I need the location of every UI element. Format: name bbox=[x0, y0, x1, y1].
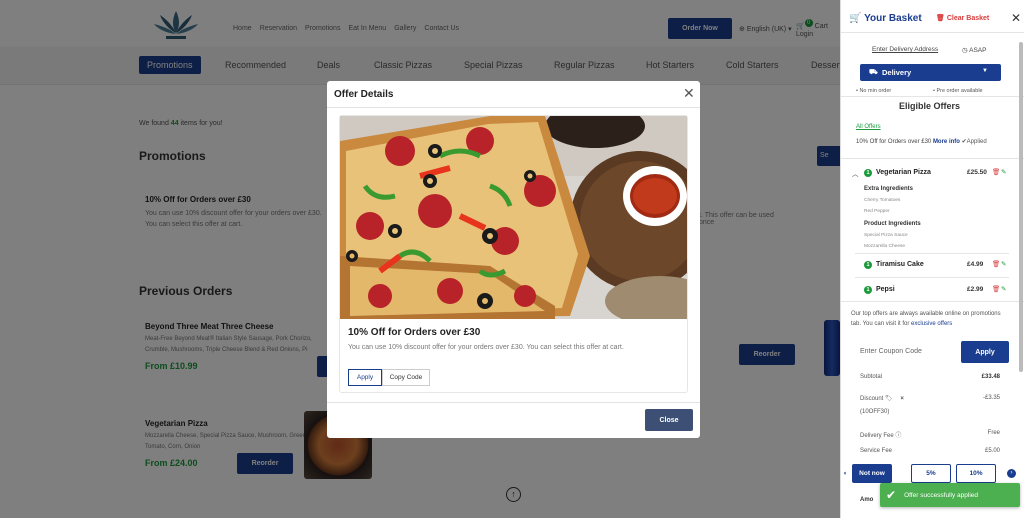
product-ingredient: Special Pizza Sauce bbox=[864, 233, 908, 238]
amount-label: Amo bbox=[860, 497, 874, 503]
apply-offer-button[interactable]: Apply bbox=[348, 369, 382, 386]
discount-label: Discount 🏷 × bbox=[860, 396, 904, 402]
item-name: Pepsi bbox=[876, 286, 895, 293]
pizza-offer-image bbox=[340, 116, 687, 319]
applied-status: ✔Applied bbox=[961, 139, 987, 145]
delivery-mode-select[interactable]: ⛟ Delivery ▼ bbox=[860, 64, 1001, 81]
tip-not-now[interactable]: Not now bbox=[852, 464, 892, 483]
tip-5-percent[interactable]: 5% bbox=[911, 464, 951, 483]
tip-10-percent[interactable]: 10% bbox=[956, 464, 996, 483]
remove-discount-icon[interactable]: × bbox=[900, 396, 904, 402]
basket-sidebar: 🛒 Your Basket 🗑 Clear Basket ✕ Enter Del… bbox=[840, 0, 1024, 518]
product-ingredients-label: Product Ingredients bbox=[864, 221, 921, 227]
basket-item: 1 Vegetarian Pizza bbox=[864, 169, 931, 177]
divider bbox=[841, 158, 1024, 159]
service-fee-value: £5.00 bbox=[984, 448, 1000, 454]
offer-description: You can use 10% discount offer for your … bbox=[348, 344, 624, 351]
basket-item: 1 Tiramisu Cake bbox=[864, 261, 924, 269]
extra-ingredients-label: Extra Ingredients bbox=[864, 186, 914, 192]
delivery-fee-label: Delivery Fee ⓘ bbox=[860, 433, 902, 439]
close-button[interactable]: Close bbox=[645, 409, 693, 431]
more-info-link[interactable]: More info bbox=[933, 139, 960, 145]
quantity-badge: 1 bbox=[864, 169, 872, 177]
min-order-note: • No min order bbox=[856, 88, 892, 94]
basket-title: 🛒 Your Basket bbox=[849, 13, 922, 24]
item-price: £4.99 bbox=[967, 261, 984, 268]
product-ingredient: Mozzarella Cheese bbox=[864, 244, 906, 249]
cart-icon: 🛒 bbox=[849, 13, 862, 24]
quantity-badge: 1 bbox=[864, 286, 872, 294]
item-name: Tiramisu Cake bbox=[876, 261, 924, 268]
extra-ingredient: Red Pepper bbox=[864, 209, 890, 214]
modal-title: Offer Details bbox=[334, 89, 394, 100]
subtotal-label: Subtotal bbox=[860, 374, 883, 380]
chevron-right-icon[interactable]: › bbox=[1007, 469, 1016, 478]
discount-value: -£3.35 bbox=[982, 395, 1000, 401]
offer-details-modal: Offer Details ✕ 10% Off for Orders over … bbox=[327, 81, 700, 438]
chevron-down-icon: ▼ bbox=[982, 68, 988, 74]
item-price: £2.99 bbox=[967, 286, 984, 293]
preorder-note: • Pre order available bbox=[933, 88, 983, 94]
clock-icon: ◷ bbox=[962, 47, 968, 54]
modal-divider bbox=[327, 402, 700, 403]
chevron-left-icon[interactable]: ◖ bbox=[843, 470, 847, 477]
clear-basket-button[interactable]: 🗑 Clear Basket bbox=[936, 14, 989, 22]
divider bbox=[841, 32, 1024, 33]
copy-code-button[interactable]: Copy Code bbox=[382, 369, 430, 386]
trash-icon: 🗑 bbox=[936, 15, 945, 22]
exclusive-offers-link[interactable]: exclusive offers bbox=[911, 321, 952, 327]
edit-icon[interactable]: ✎ bbox=[1001, 168, 1006, 176]
quantity-badge: 1 bbox=[864, 261, 872, 269]
delivery-fee-value: Free bbox=[987, 430, 1000, 436]
edit-icon[interactable]: ✎ bbox=[1001, 285, 1006, 293]
applied-offer-row: 10% Off for Orders over £30 More info ✔A… bbox=[856, 139, 987, 145]
item-price: £25.50 bbox=[967, 169, 987, 176]
extra-ingredient: Cherry Tomatoes bbox=[864, 198, 901, 203]
item-name: Vegetarian Pizza bbox=[876, 169, 931, 176]
enter-delivery-address-link[interactable]: Enter Delivery Address bbox=[872, 46, 938, 53]
divider bbox=[855, 253, 1009, 254]
edit-icon[interactable]: ✎ bbox=[1001, 260, 1006, 268]
asap-selector[interactable]: ◷ ASAP bbox=[962, 46, 986, 54]
check-icon: ✔ bbox=[886, 488, 897, 502]
chevron-up-icon[interactable]: ︿ bbox=[852, 168, 859, 178]
offer-title: 10% Off for Orders over £30 bbox=[348, 327, 481, 338]
trash-icon[interactable]: 🗑 bbox=[992, 260, 1000, 268]
close-icon[interactable]: ✕ bbox=[683, 86, 695, 100]
coupon-code-input[interactable]: Enter Coupon Code bbox=[851, 341, 959, 363]
discount-code: (10OFF30) bbox=[860, 409, 890, 415]
trash-icon[interactable]: 🗑 bbox=[992, 168, 1000, 176]
apply-coupon-button[interactable]: Apply bbox=[961, 341, 1009, 363]
eligible-offers-heading: Eligible Offers bbox=[899, 101, 961, 111]
truck-icon: ⛟ bbox=[869, 69, 878, 76]
close-basket-icon[interactable]: ✕ bbox=[1011, 11, 1021, 25]
trash-icon[interactable]: 🗑 bbox=[992, 285, 1000, 293]
toast-message: Offer successfully applied bbox=[904, 491, 979, 499]
modal-header: Offer Details ✕ bbox=[327, 81, 700, 108]
divider bbox=[855, 277, 1009, 278]
divider bbox=[841, 96, 1024, 97]
offers-info-text: Our top offers are always available onli… bbox=[851, 311, 1001, 327]
service-fee-label: Service Fee bbox=[860, 448, 893, 454]
success-toast: ✔ Offer successfully applied bbox=[880, 483, 1020, 507]
divider bbox=[841, 301, 1024, 302]
basket-scrollbar[interactable] bbox=[1019, 42, 1023, 372]
offer-card: 10% Off for Orders over £30 You can use … bbox=[339, 115, 688, 393]
info-icon[interactable]: ⓘ bbox=[895, 433, 901, 439]
basket-item: 1 Pepsi bbox=[864, 286, 895, 294]
all-offers-link[interactable]: All Offers bbox=[856, 124, 881, 130]
subtotal-value: £33.48 bbox=[981, 374, 1000, 380]
tag-icon: 🏷 bbox=[885, 396, 893, 402]
